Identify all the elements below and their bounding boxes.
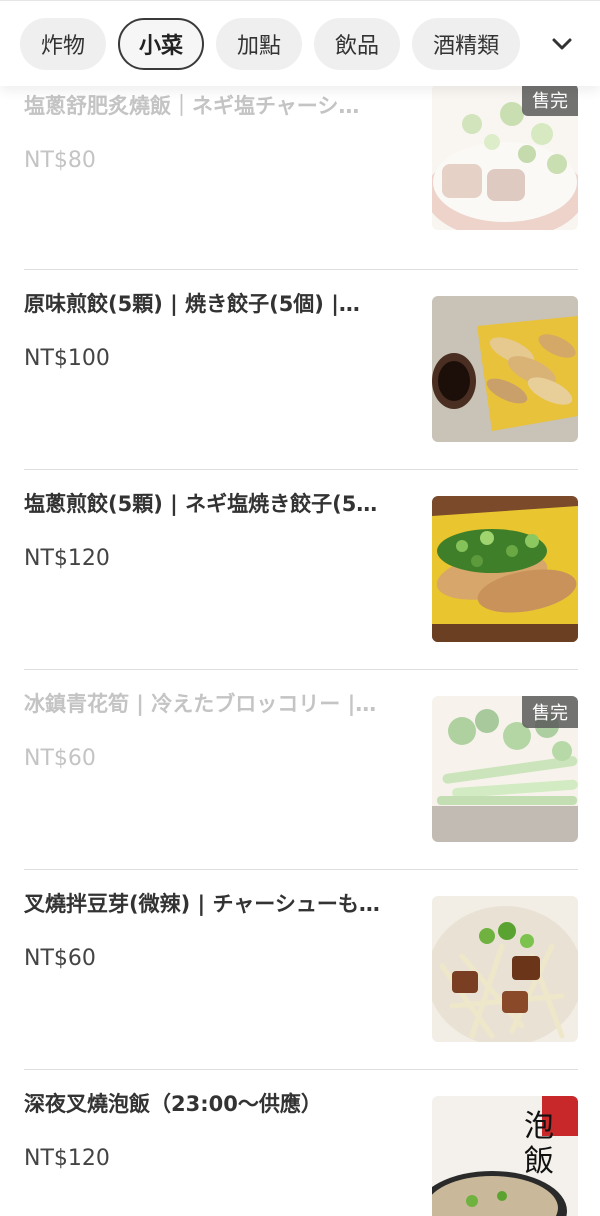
- svg-text:泡: 泡: [524, 1109, 554, 1144]
- menu-item-price: NT$120: [24, 1146, 110, 1171]
- menu-item-image: [432, 496, 578, 642]
- menu-item-name: 原味煎餃(5顆) | 焼き餃子(5個) |…: [24, 292, 360, 316]
- menu-item-price: NT$80: [24, 148, 96, 173]
- menu-item-name: 塩蔥舒肥炙燒飯｜ネギ塩チャーシ…: [24, 94, 360, 118]
- category-chip-add-ons[interactable]: 加點: [216, 18, 303, 70]
- expand-categories-button[interactable]: [546, 28, 578, 60]
- menu-item[interactable]: 深夜叉燒泡飯（23:00～供應） NT$120 泡 飯: [24, 1070, 578, 1216]
- menu-item-price: NT$100: [24, 346, 110, 371]
- svg-text:飯: 飯: [524, 1144, 554, 1179]
- menu-item-image: [432, 296, 578, 442]
- menu-item[interactable]: 叉燒拌豆芽(微辣) | チャーシューも… NT$60: [24, 870, 578, 1070]
- menu-item-name: 塩蔥煎餃(5顆) | ネギ塩焼き餃子(5…: [24, 492, 378, 516]
- chevron-down-icon: [552, 38, 572, 50]
- category-chip-side-dishes[interactable]: 小菜: [118, 18, 205, 70]
- menu-item-image: 泡 飯: [432, 1096, 578, 1216]
- menu-item-name: 叉燒拌豆芽(微辣) | チャーシューも…: [24, 892, 380, 916]
- category-chip-fried[interactable]: 炸物: [20, 18, 107, 70]
- sold-out-badge: 售完: [522, 696, 578, 728]
- category-chip-alcohol[interactable]: 酒精類: [412, 18, 521, 70]
- menu-item[interactable]: 塩蔥煎餃(5顆) | ネギ塩焼き餃子(5… NT$120: [24, 470, 578, 670]
- category-chips: 炸物 小菜 加點 飲品 酒精類: [20, 18, 521, 70]
- menu-item-price: NT$60: [24, 946, 96, 971]
- menu-item-name: 深夜叉燒泡飯（23:00～供應）: [24, 1092, 322, 1116]
- menu-item-image: [432, 896, 578, 1042]
- category-bar: 炸物 小菜 加點 飲品 酒精類: [0, 0, 600, 86]
- menu-item-price: NT$120: [24, 546, 110, 571]
- sold-out-badge: 售完: [522, 84, 578, 116]
- category-chip-drinks[interactable]: 飲品: [314, 18, 401, 70]
- menu-item[interactable]: 塩蔥舒肥炙燒飯｜ネギ塩チャーシ… NT$80 售完: [24, 72, 578, 270]
- menu-item[interactable]: 冰鎮青花筍 | 冷えたブロッコリー |… NT$60 售完: [24, 670, 578, 870]
- menu-item-price: NT$60: [24, 746, 96, 771]
- menu-item-name: 冰鎮青花筍 | 冷えたブロッコリー |…: [24, 692, 377, 716]
- menu-item[interactable]: 原味煎餃(5顆) | 焼き餃子(5個) |… NT$100: [24, 270, 578, 470]
